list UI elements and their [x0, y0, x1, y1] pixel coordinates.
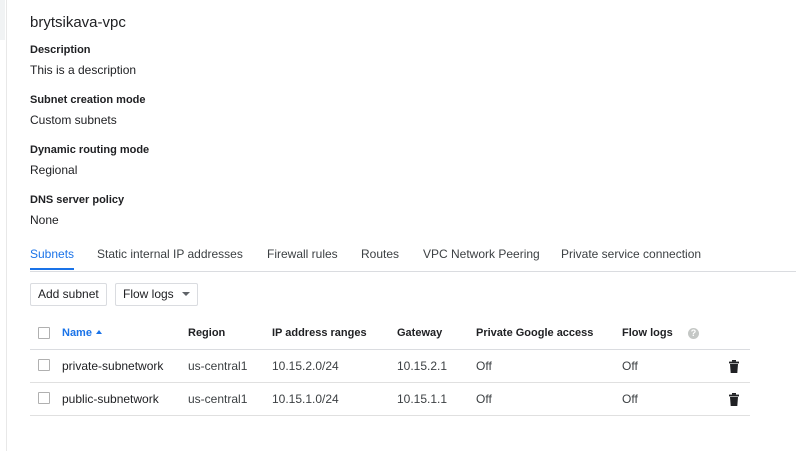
column-header-private-google-access[interactable]: Private Google access — [476, 318, 593, 349]
subnet-flow-logs: Off — [622, 392, 638, 406]
row-checkbox[interactable] — [38, 392, 50, 404]
subnet-flow-logs: Off — [622, 359, 638, 373]
tab-static-internal-ip-addresses[interactable]: Static internal IP addresses — [97, 247, 243, 261]
column-header-name[interactable]: Name — [62, 318, 102, 349]
select-all-checkbox[interactable] — [38, 327, 50, 339]
dns-server-policy-label: DNS server policy — [30, 194, 125, 206]
dynamic-routing-mode-value: Regional — [30, 163, 78, 177]
tab-bar: Subnets Static internal IP addresses Fir… — [30, 240, 796, 272]
subnet-gateway: 10.15.1.1 — [397, 392, 448, 406]
column-header-ip-ranges[interactable]: IP address ranges — [272, 318, 367, 349]
table-row: public-subnetwork us-central1 10.15.1.0/… — [30, 383, 750, 416]
table-header-row: Name Region IP address ranges Gateway Pr… — [30, 318, 750, 350]
caret-down-icon — [181, 291, 190, 296]
flow-logs-dropdown[interactable]: Flow logs — [115, 283, 198, 306]
vpc-network-details-page: brytsikava-vpc Description This is a des… — [0, 0, 796, 451]
tab-subnets[interactable]: Subnets — [30, 247, 74, 261]
column-header-flow-logs[interactable]: Flow logs — [622, 318, 673, 349]
add-subnet-button[interactable]: Add subnet — [30, 283, 107, 306]
row-checkbox[interactable] — [38, 359, 50, 371]
subnet-name[interactable]: private-subnetwork — [62, 350, 163, 382]
subnet-gateway: 10.15.2.1 — [397, 359, 448, 373]
subnet-region: us-central1 — [188, 392, 248, 406]
description-value: This is a description — [30, 63, 137, 77]
sort-ascending-icon — [95, 330, 102, 335]
dynamic-routing-mode-label: Dynamic routing mode — [30, 144, 150, 156]
tab-firewall-rules[interactable]: Firewall rules — [267, 247, 338, 261]
description-label: Description — [30, 44, 91, 56]
help-icon[interactable]: ? — [688, 328, 699, 339]
column-header-name-label: Name — [62, 327, 92, 339]
tab-private-service-connection[interactable]: Private service connection — [561, 247, 701, 261]
dns-server-policy-value: None — [30, 213, 59, 227]
subnet-ip-range: 10.15.2.0/24 — [272, 359, 339, 373]
tab-vpc-network-peering[interactable]: VPC Network Peering — [423, 247, 540, 261]
subnet-creation-mode-field: Subnet creation mode Custom subnets — [30, 93, 146, 127]
subnet-creation-mode-value: Custom subnets — [30, 113, 117, 127]
subnets-table: Name Region IP address ranges Gateway Pr… — [30, 318, 750, 416]
subnet-name[interactable]: public-subnetwork — [62, 383, 159, 415]
delete-trash-icon[interactable] — [728, 393, 740, 406]
active-tab-indicator — [30, 268, 74, 270]
subnet-private-google-access: Off — [476, 392, 492, 406]
subnet-region: us-central1 — [188, 359, 248, 373]
subnet-private-google-access: Off — [476, 359, 492, 373]
nav-edge-highlight — [0, 0, 5, 40]
delete-trash-icon[interactable] — [728, 360, 740, 373]
column-header-region[interactable]: Region — [188, 318, 225, 349]
description-field: Description This is a description — [30, 43, 136, 77]
left-nav-edge — [0, 0, 7, 451]
dns-server-policy-field: DNS server policy None — [30, 193, 124, 227]
dynamic-routing-mode-field: Dynamic routing mode Regional — [30, 143, 149, 177]
page-title: brytsikava-vpc — [30, 14, 126, 31]
table-row: private-subnetwork us-central1 10.15.2.0… — [30, 350, 750, 383]
flow-logs-dropdown-label: Flow logs — [123, 287, 174, 301]
subnet-ip-range: 10.15.1.0/24 — [272, 392, 339, 406]
tab-routes[interactable]: Routes — [361, 247, 399, 261]
column-header-gateway[interactable]: Gateway — [397, 318, 442, 349]
subnet-creation-mode-label: Subnet creation mode — [30, 94, 146, 106]
